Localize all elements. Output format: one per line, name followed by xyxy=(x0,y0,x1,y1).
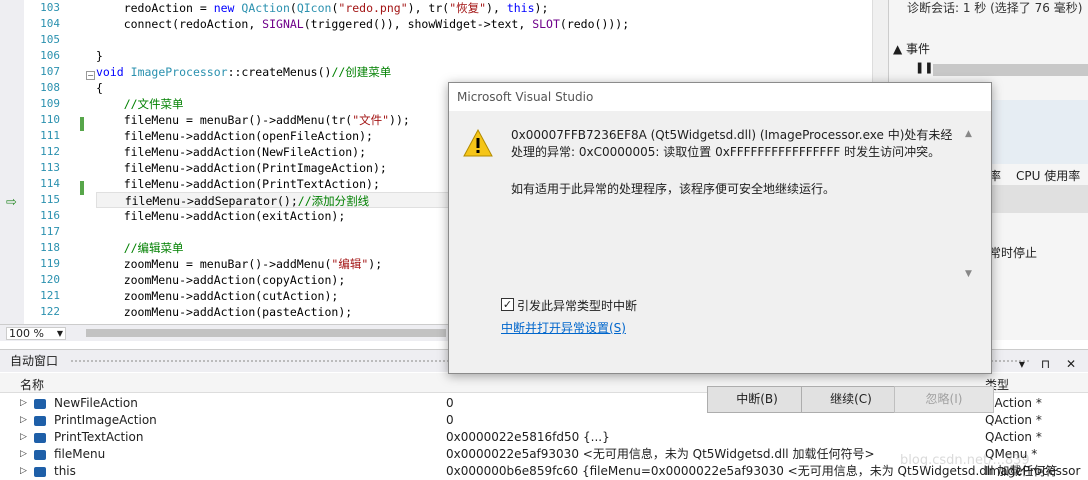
code-line: connect(redoAction, SIGNAL(triggered()),… xyxy=(96,17,630,31)
line-number: 105 xyxy=(40,33,60,46)
code-line: redoAction = new QAction(QIcon("redo.png… xyxy=(96,1,549,15)
variable-icon xyxy=(34,399,46,409)
row-value: 0 xyxy=(446,413,454,427)
scroll-down-icon[interactable]: ▼ xyxy=(965,269,972,279)
line-number: 119 xyxy=(40,257,60,270)
scroll-up-icon[interactable]: ▲ xyxy=(965,129,972,139)
line-number: 107 xyxy=(40,65,60,78)
events-section-header[interactable]: ▲ 事件 xyxy=(893,40,930,57)
chevron-down-icon: ▼ xyxy=(56,329,63,338)
row-value: 0x0000022e5816fd50 {...} xyxy=(446,430,610,444)
row-name: NewFileAction xyxy=(54,396,138,410)
break-on-exception-checkbox[interactable]: ✓ xyxy=(501,298,514,311)
exception-message: 0x00007FFB7236EF8A (Qt5Widgetsd.dll) (Im… xyxy=(511,128,953,159)
variable-icon xyxy=(34,450,46,460)
dialog-title: Microsoft Visual Studio xyxy=(449,83,991,111)
stop-on-exception-label: 常时停止 xyxy=(989,246,1038,260)
line-number: 103 xyxy=(40,1,60,14)
code-line: } xyxy=(96,49,103,63)
expand-icon[interactable]: ▷ xyxy=(20,446,27,463)
change-marker xyxy=(80,181,84,195)
session-label: 诊断会话: 1 秒 (选择了 76 毫秒) xyxy=(907,1,1083,15)
row-name: PrintTextAction xyxy=(54,430,144,444)
expand-icon[interactable]: ▷ xyxy=(20,429,27,446)
row-value: 0x0000022e5af93030 <无可用信息，未为 Qt5Widgetsd… xyxy=(446,447,875,461)
line-number: 111 xyxy=(40,129,60,142)
line-number: 117 xyxy=(40,225,60,238)
line-number: 104 xyxy=(40,17,60,30)
pause-icon[interactable]: ❚❚ xyxy=(915,61,933,74)
break-button[interactable]: 中断(B) xyxy=(707,386,807,413)
line-number: 112 xyxy=(40,145,60,158)
variable-icon xyxy=(34,433,46,443)
line-number: 114 xyxy=(40,177,60,190)
table-row[interactable]: ▷ PrintTextAction 0x0000022e5816fd50 {...}… xyxy=(0,429,1088,446)
warning-icon xyxy=(463,129,493,157)
row-type: QAction * xyxy=(985,413,1042,427)
timeline-bar xyxy=(933,64,1088,76)
continue-button[interactable]: 继续(C) xyxy=(801,386,901,413)
checkbox-label: 引发此异常类型时中断 xyxy=(517,299,638,313)
line-number: 109 xyxy=(40,97,60,110)
expand-icon[interactable]: ▷ xyxy=(20,395,27,412)
line-number: 116 xyxy=(40,209,60,222)
visual-studio-window: ⇨ 103 104 105 106 107 108 109 110 111 112 113 114 11… xyxy=(0,0,1088,480)
line-number: 108 xyxy=(40,81,60,94)
cpu-usage-label[interactable]: CPU 使用率 xyxy=(1016,167,1080,184)
window-buttons[interactable]: ▾ ⊓ ✕ xyxy=(1019,353,1082,375)
line-number: 121 xyxy=(40,289,60,302)
line-number: 106 xyxy=(40,49,60,62)
row-name: PrintImageAction xyxy=(54,413,157,427)
change-marker xyxy=(80,117,84,131)
exception-hint: 如有适用于此异常的处理程序，该程序便可安全地继续运行。 xyxy=(511,182,836,196)
line-number: 122 xyxy=(40,305,60,318)
autos-title: 自动窗口 xyxy=(10,354,59,368)
zoom-dropdown[interactable]: 100 % ▼ xyxy=(6,327,66,340)
expand-icon[interactable]: ▷ xyxy=(20,412,27,429)
column-name[interactable]: 名称 xyxy=(20,376,44,393)
exception-dialog: Microsoft Visual Studio 0x00007FFB7236EF… xyxy=(448,82,994,413)
line-number: 110 xyxy=(40,113,60,126)
row-value: 0 xyxy=(446,396,454,410)
horizontal-scrollbar-thumb[interactable] xyxy=(86,329,446,337)
line-numbers: 103 104 105 106 107 108 109 110 111 112 113 114 115 1… xyxy=(24,0,64,320)
ignore-button[interactable]: 忽略(I) xyxy=(894,386,994,413)
line-number: 115 xyxy=(40,193,60,206)
expand-icon[interactable]: ▷ xyxy=(20,463,27,480)
indicator-margin xyxy=(0,0,24,324)
variable-icon xyxy=(34,416,46,426)
row-name: this xyxy=(54,464,76,478)
watermark: blog.csdn.net/...839 xyxy=(900,453,1030,468)
row-type: QAction * xyxy=(985,430,1042,444)
table-row[interactable]: ▷ PrintImageAction 0 QAction * xyxy=(0,412,1088,429)
row-name: fileMenu xyxy=(54,447,106,461)
line-number: 113 xyxy=(40,161,60,174)
line-number: 118 xyxy=(40,241,60,254)
fold-toggle-icon[interactable]: − xyxy=(86,71,95,80)
current-statement-arrow-icon: ⇨ xyxy=(6,195,17,210)
line-number: 120 xyxy=(40,273,60,286)
variable-icon xyxy=(34,467,46,477)
code-line: void ImageProcessor::createMenus()//创建菜单 xyxy=(96,65,392,79)
exception-settings-link[interactable]: 中断并打开异常设置(S) xyxy=(501,319,626,336)
